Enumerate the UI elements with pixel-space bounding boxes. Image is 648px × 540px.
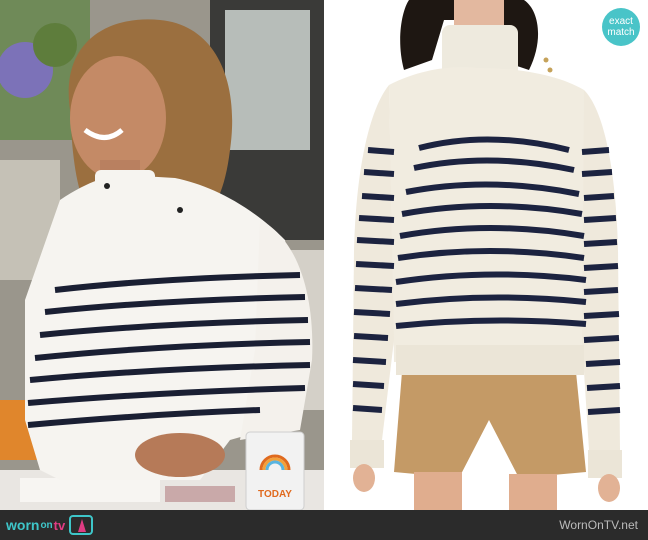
- product-photo: exact match: [324, 0, 648, 510]
- logo-text-tv: tv: [53, 517, 66, 533]
- cup-logo-text: TODAY: [258, 489, 292, 500]
- host-photo-illustration: TODAY: [0, 0, 324, 510]
- logo-text-on: on: [40, 519, 53, 531]
- badge-line-1: exact: [609, 16, 633, 27]
- product-photo-illustration: [324, 0, 648, 510]
- exact-match-badge: exact match: [602, 8, 640, 46]
- logo-text-worn: worn: [6, 517, 40, 533]
- badge-line-2: match: [607, 27, 635, 38]
- host-photo: TODAY: [0, 0, 324, 510]
- tv-dress-icon: [69, 515, 94, 535]
- footer-bar: worn on tv WornOnTV.net: [0, 510, 648, 540]
- site-url[interactable]: WornOnTV.net: [559, 518, 638, 532]
- wornontv-logo[interactable]: worn on tv: [6, 514, 94, 536]
